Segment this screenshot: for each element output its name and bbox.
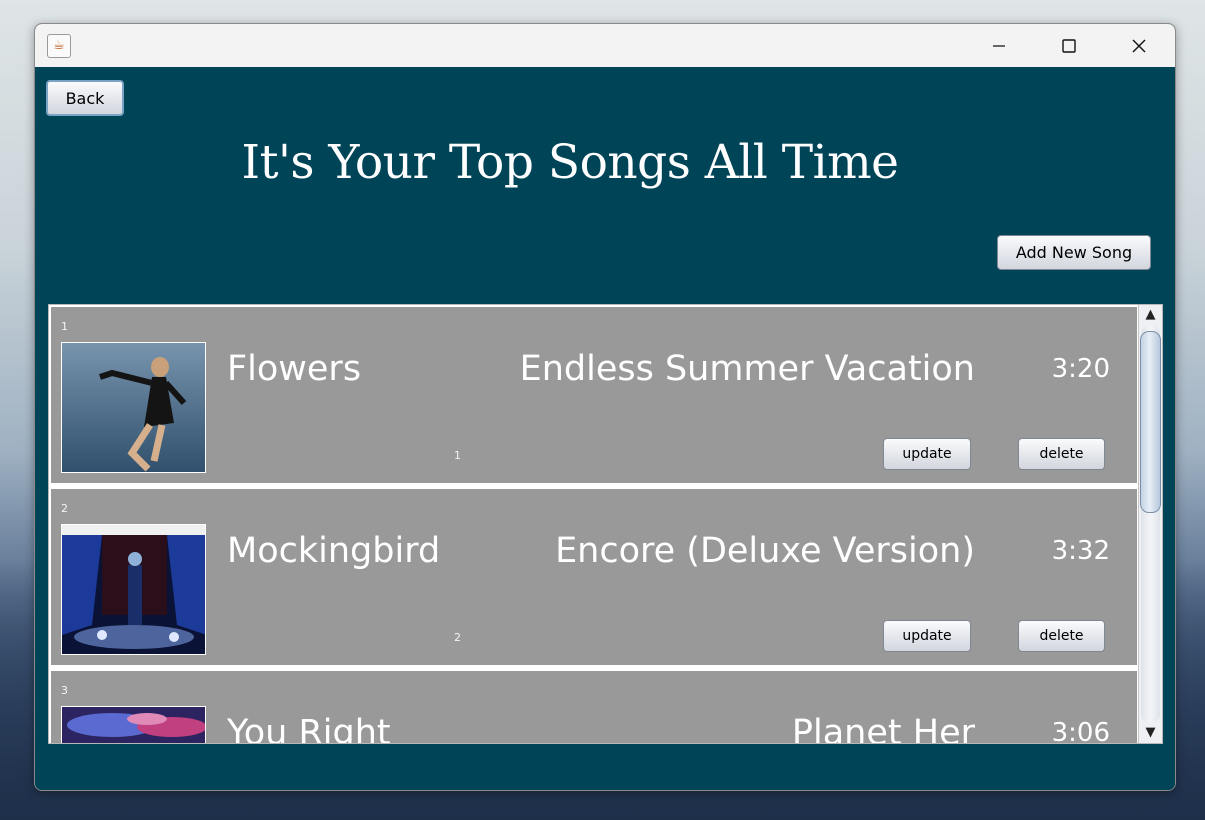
title-bar: ☕ [35, 24, 1175, 67]
add-new-song-button[interactable]: Add New Song [997, 235, 1151, 270]
close-button[interactable] [1104, 24, 1174, 67]
update-button[interactable]: update [883, 620, 971, 652]
song-id: 1 [454, 449, 461, 462]
song-title: Mockingbird [227, 531, 441, 571]
maximize-button[interactable] [1034, 24, 1104, 67]
song-duration: 3:20 [1051, 354, 1110, 384]
main-content: Back It's Your Top Songs All Time Add Ne… [35, 67, 1175, 790]
row-index: 1 [61, 320, 68, 333]
album-art-image [62, 343, 205, 472]
close-icon [1132, 39, 1146, 52]
vertical-scrollbar[interactable]: ▲ ▼ [1138, 305, 1162, 743]
scroll-thumb[interactable] [1140, 331, 1161, 513]
song-rows: 1 Flowers Endless Summer Vacation 3:20 1… [51, 307, 1137, 744]
album-art-image [62, 525, 205, 654]
album-name: Encore (Deluxe Version) [555, 531, 975, 571]
java-app-icon: ☕ [47, 34, 71, 58]
album-art [61, 706, 206, 743]
song-list[interactable]: 1 Flowers Endless Summer Vacation 3:20 1… [48, 304, 1163, 744]
minimize-icon [993, 44, 1005, 47]
song-title: Flowers [227, 349, 362, 389]
album-name: Planet Her [791, 713, 975, 744]
song-title: You Right [227, 713, 391, 744]
song-row: 1 Flowers Endless Summer Vacation 3:20 1… [51, 307, 1137, 483]
maximize-icon [1062, 38, 1076, 53]
song-duration: 3:06 [1051, 718, 1110, 744]
song-id: 2 [454, 631, 461, 644]
album-art-image [62, 707, 205, 743]
album-art [61, 342, 206, 473]
scroll-down-arrow-icon[interactable]: ▼ [1139, 723, 1162, 743]
scroll-up-arrow-icon[interactable]: ▲ [1139, 305, 1162, 325]
app-window: ☕ Back It's Your Top Songs All Time Add … [34, 23, 1176, 791]
song-row: 3 You Right Planet Her 3:06 3 update [51, 671, 1137, 744]
delete-button[interactable]: delete [1018, 620, 1105, 652]
album-name: Endless Summer Vacation [519, 349, 975, 389]
page-title: It's Your Top Songs All Time [241, 135, 900, 190]
minimize-button[interactable] [964, 24, 1034, 67]
album-art [61, 524, 206, 655]
row-index: 2 [61, 502, 68, 515]
row-index: 3 [61, 684, 68, 697]
delete-button[interactable]: delete [1018, 438, 1105, 470]
song-duration: 3:32 [1051, 536, 1110, 566]
back-button[interactable]: Back [46, 80, 124, 116]
song-row: 2 Mockingbird Encore (Deluxe Version) 3:… [51, 489, 1137, 665]
update-button[interactable]: update [883, 438, 971, 470]
